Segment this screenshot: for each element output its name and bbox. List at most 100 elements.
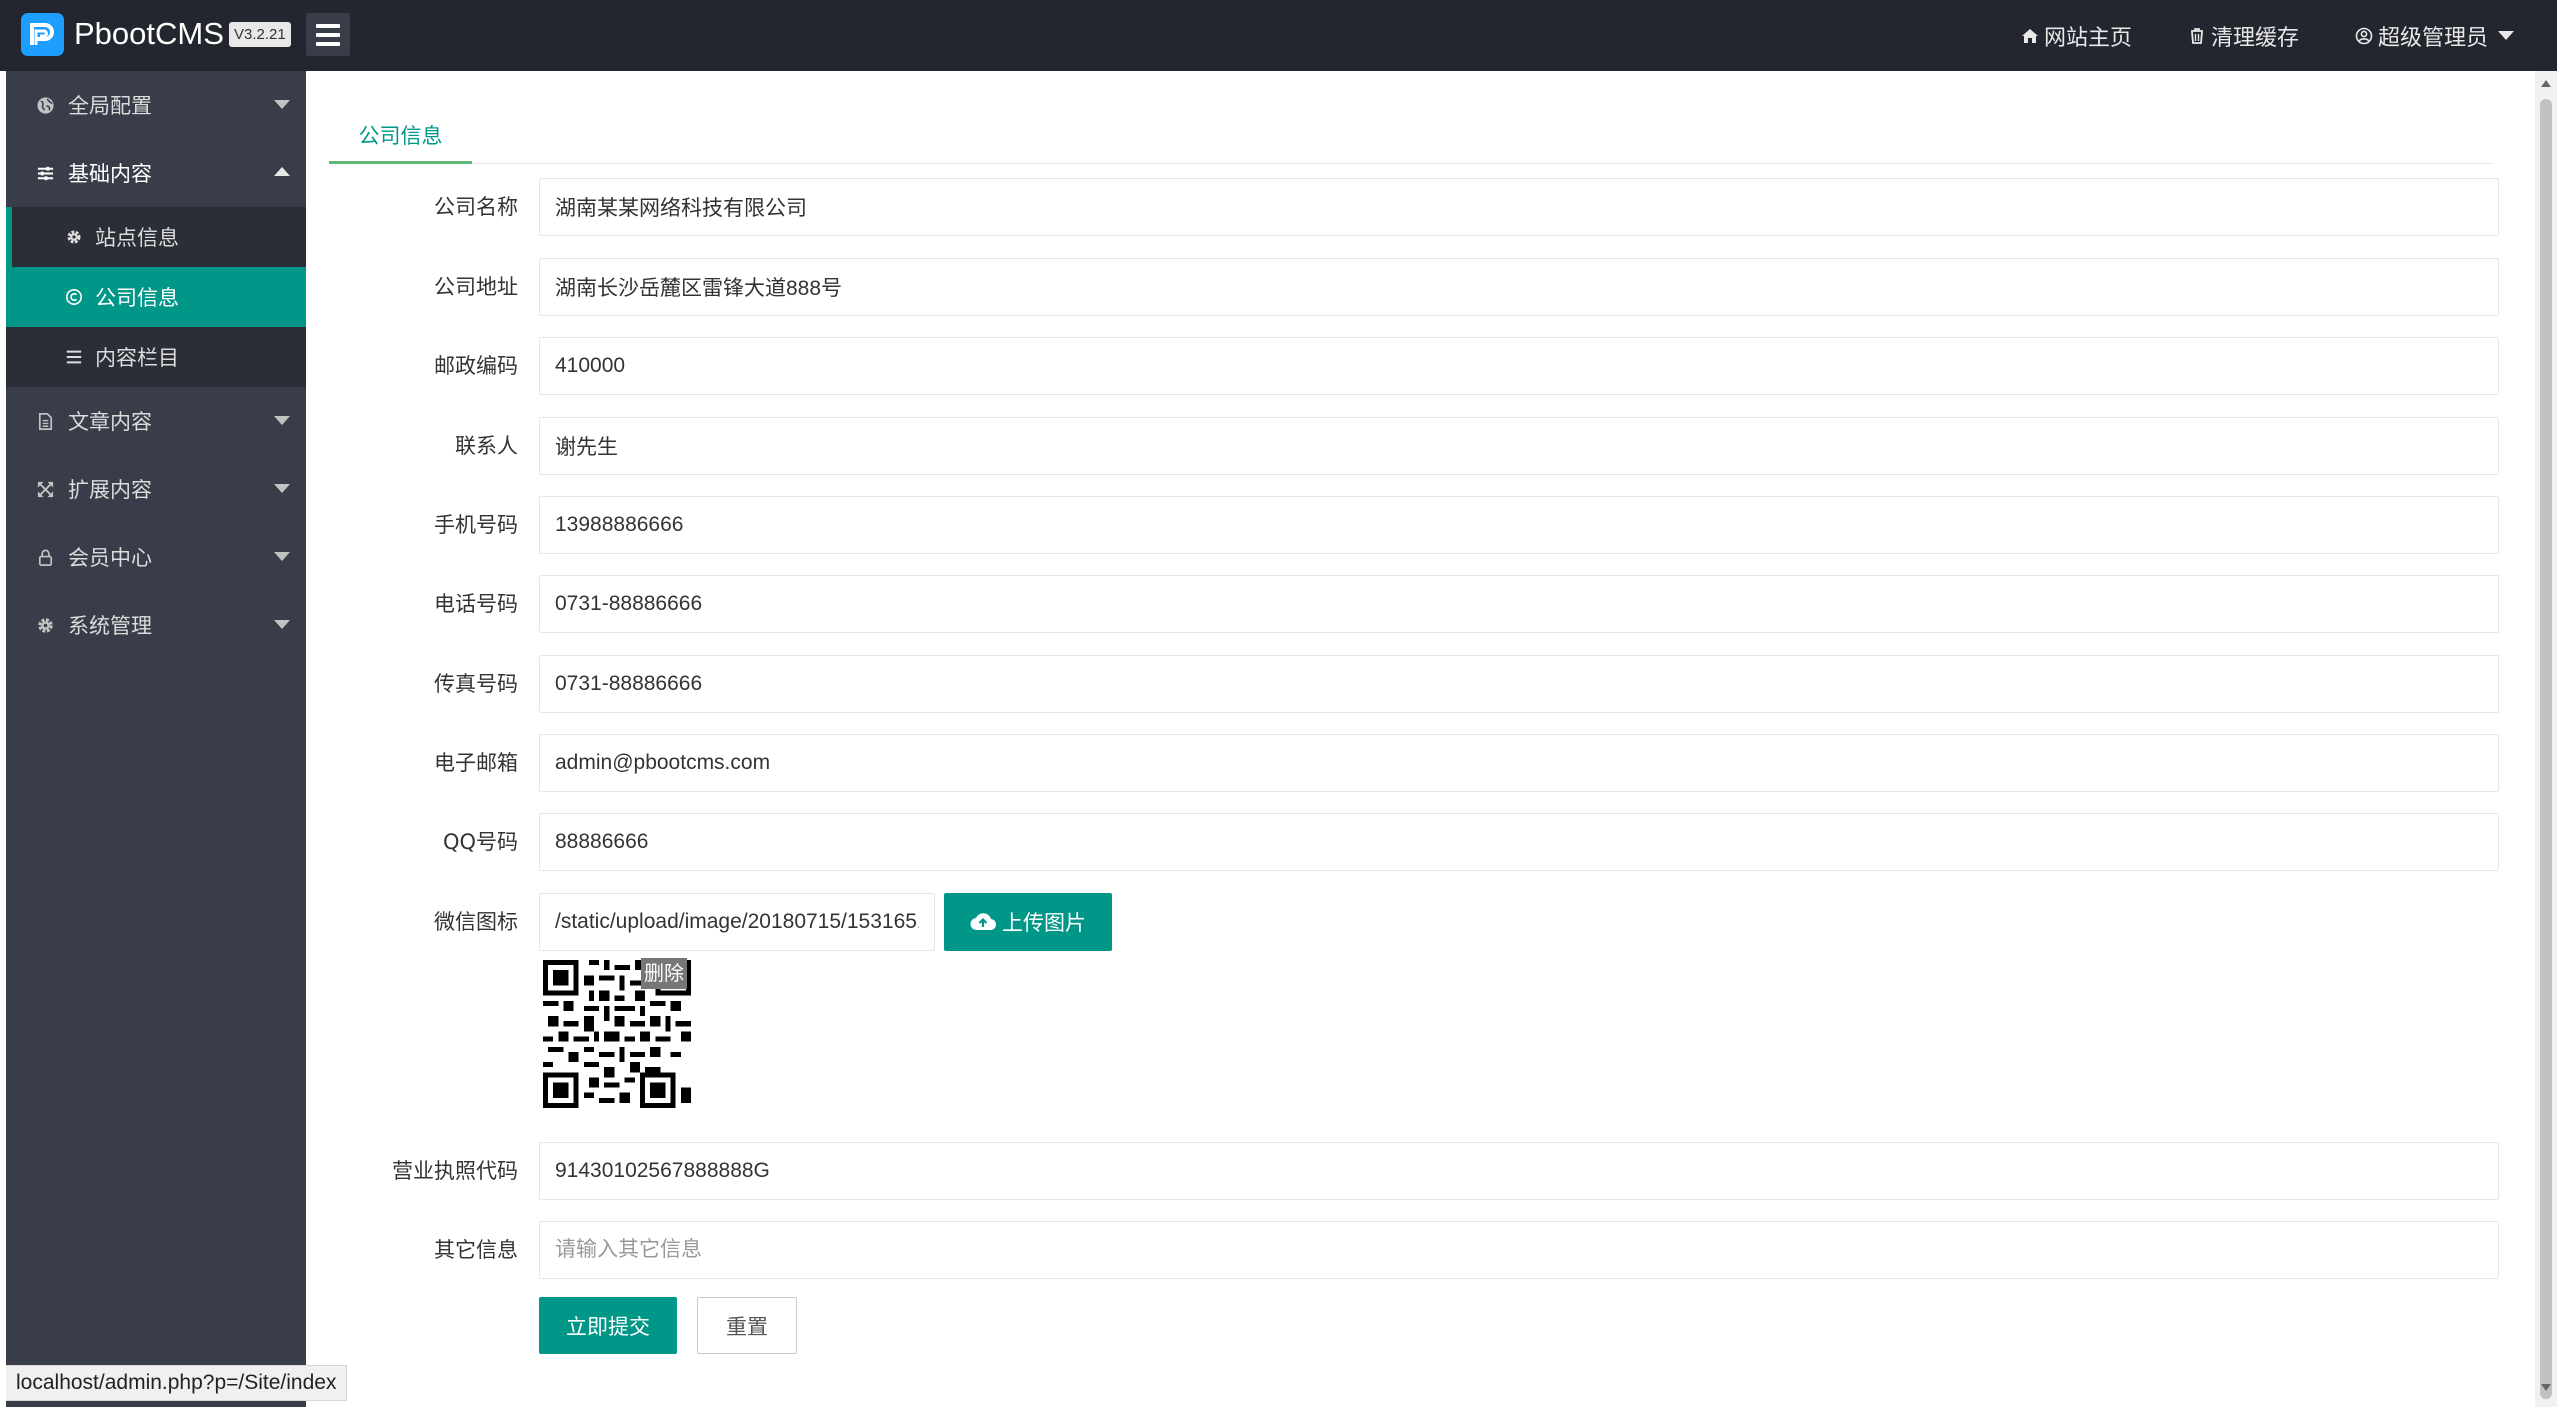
form-row-address: 公司地址 (306, 258, 2535, 316)
sidebar-item-label: 基础内容 (68, 162, 152, 186)
form-row-company-name: 公司名称 (306, 178, 2535, 236)
sidebar: 全局配置 基础内容 站点信息 公司信息 内容栏目 文章内容 扩展内容 会员中心 (6, 71, 306, 1407)
address-label: 公司地址 (434, 275, 518, 299)
menu-toggle-button[interactable] (306, 13, 350, 56)
menu-icon (316, 23, 340, 28)
sidebar-item-extend-content[interactable]: 扩展内容 (6, 455, 306, 523)
form-row-mobile: 手机号码 (306, 496, 2535, 554)
user-menu-label: 超级管理员 (2377, 25, 2488, 51)
clear-cache-link[interactable]: 清理缓存 (2160, 0, 2327, 71)
phone-input[interactable] (539, 575, 2499, 633)
chevron-down-icon (274, 552, 290, 561)
home-link-label: 网站主页 (2043, 25, 2132, 51)
postcode-label: 邮政编码 (434, 354, 518, 378)
other-info-input[interactable] (539, 1221, 2499, 1279)
sidebar-submenu: 站点信息 公司信息 内容栏目 (6, 207, 306, 387)
sidebar-subitem-site-info[interactable]: 站点信息 (6, 207, 306, 267)
user-circle-icon (2355, 27, 2373, 44)
form-row-other: 其它信息 (306, 1221, 2535, 1279)
mobile-input[interactable] (539, 496, 2499, 554)
company-name-label: 公司名称 (434, 195, 518, 219)
upload-image-button[interactable]: 上传图片 (944, 893, 1112, 951)
qq-input[interactable] (539, 813, 2499, 871)
qq-label: QQ号码 (442, 830, 518, 854)
form-row-postcode: 邮政编码 (306, 337, 2535, 395)
sidebar-subitem-label: 站点信息 (95, 226, 179, 250)
scrollbar-thumb[interactable] (2540, 99, 2552, 1399)
scroll-up-icon[interactable] (2541, 80, 2551, 87)
trash-icon (2190, 27, 2203, 44)
scroll-down-icon[interactable] (2541, 1384, 2551, 1391)
address-input[interactable] (539, 258, 2499, 316)
chevron-down-icon (2498, 31, 2514, 40)
other-info-label: 其它信息 (434, 1238, 518, 1262)
sidebar-item-label: 文章内容 (68, 410, 152, 434)
globe-icon (37, 96, 54, 114)
chevron-down-icon (274, 620, 290, 629)
expand-icon (37, 481, 54, 497)
email-input[interactable] (539, 734, 2499, 792)
status-bar-url: localhost/admin.php?p=/Site/index (6, 1365, 348, 1401)
fax-label: 传真号码 (434, 672, 518, 696)
contact-input[interactable] (539, 417, 2499, 475)
file-text-icon (38, 412, 53, 430)
sidebar-subitem-label: 公司信息 (95, 286, 179, 310)
chevron-down-icon (274, 100, 290, 109)
gear-icon (67, 230, 81, 244)
version-badge: V3.2.21 (229, 22, 291, 47)
postcode-input[interactable] (539, 337, 2499, 395)
vertical-scrollbar[interactable] (2535, 71, 2557, 1407)
logo-icon[interactable] (21, 13, 64, 56)
sidebar-item-member-center[interactable]: 会员中心 (6, 523, 306, 591)
form-row-qq: QQ号码 (306, 813, 2535, 871)
bars-icon (66, 350, 82, 364)
chevron-down-icon (274, 416, 290, 425)
form-row-wechat: 微信图标 上传图片 (306, 893, 2535, 951)
copyright-icon (65, 288, 83, 306)
form-row-email: 电子邮箱 (306, 734, 2535, 792)
tab-company-info[interactable]: 公司信息 (329, 111, 472, 164)
wechat-label: 微信图标 (434, 910, 518, 934)
form-row-phone: 电话号码 (306, 575, 2535, 633)
main-content: 公司信息 公司名称 公司地址 邮政编码 联系人 手机号码 电话号码 传真号码 电… (306, 71, 2535, 1407)
email-label: 电子邮箱 (434, 751, 518, 775)
sidebar-item-article-content[interactable]: 文章内容 (6, 387, 306, 455)
sidebar-item-label: 系统管理 (68, 614, 152, 638)
sliders-icon (37, 166, 54, 180)
contact-label: 联系人 (455, 434, 518, 458)
submit-button[interactable]: 立即提交 (539, 1297, 677, 1354)
sidebar-item-label: 会员中心 (68, 546, 152, 570)
delete-image-button[interactable]: 删除 (641, 958, 687, 989)
form-row-license: 营业执照代码 (306, 1142, 2535, 1200)
top-nav: 网站主页 清理缓存 超级管理员 (1993, 0, 2557, 71)
sidebar-subitem-label: 内容栏目 (95, 346, 179, 370)
home-link[interactable]: 网站主页 (1993, 0, 2160, 71)
license-input[interactable] (539, 1142, 2499, 1200)
sidebar-item-system-management[interactable]: 系统管理 (6, 591, 306, 659)
phone-label: 电话号码 (434, 592, 518, 616)
chevron-up-icon (274, 167, 290, 176)
cloud-upload-icon (970, 913, 996, 931)
tab-bar: 公司信息 (329, 111, 2493, 164)
sidebar-item-basic-content[interactable]: 基础内容 (6, 139, 306, 207)
app-title: PbootCMS (74, 16, 224, 51)
sidebar-item-global-config[interactable]: 全局配置 (6, 71, 306, 139)
wechat-image-path-input[interactable] (539, 893, 935, 951)
fax-input[interactable] (539, 655, 2499, 713)
reset-button[interactable]: 重置 (697, 1297, 797, 1354)
license-label: 营业执照代码 (392, 1159, 518, 1183)
upload-image-label: 上传图片 (1002, 911, 1086, 935)
sidebar-item-label: 扩展内容 (68, 478, 152, 502)
company-name-input[interactable] (539, 178, 2499, 236)
sidebar-subitem-company-info[interactable]: 公司信息 (6, 267, 306, 327)
form-row-fax: 传真号码 (306, 655, 2535, 713)
lock-icon (38, 549, 53, 566)
form-row-contact: 联系人 (306, 417, 2535, 475)
chevron-down-icon (274, 484, 290, 493)
gear-icon (38, 617, 53, 633)
clear-cache-label: 清理缓存 (2210, 25, 2299, 51)
sidebar-subitem-content-columns[interactable]: 内容栏目 (6, 327, 306, 387)
top-header: PbootCMS V3.2.21 网站主页 清理缓存 超级管理员 (0, 0, 2557, 71)
mobile-label: 手机号码 (434, 513, 518, 537)
user-menu[interactable]: 超级管理员 (2327, 0, 2542, 71)
